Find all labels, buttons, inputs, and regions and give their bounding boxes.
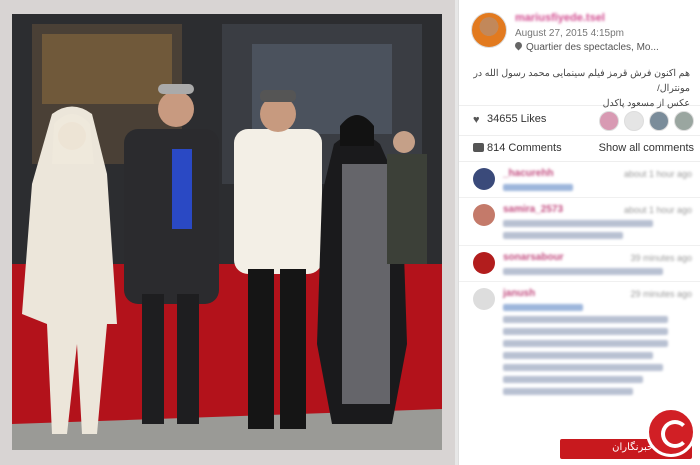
comment-text-line bbox=[503, 352, 653, 359]
commenter-avatar[interactable] bbox=[473, 168, 495, 190]
likes-count: 34655 Likes bbox=[487, 113, 547, 125]
show-all-comments-link[interactable]: Show all comments bbox=[599, 142, 694, 154]
comment-text-line bbox=[503, 304, 583, 311]
liker-avatars bbox=[599, 111, 694, 131]
comment-text-line bbox=[503, 316, 668, 323]
comment-time: about 1 hour ago bbox=[623, 205, 692, 215]
post-detail-panel: mariusfiyede.tsel August 27, 2015 4:15pm… bbox=[458, 0, 700, 465]
comment-text-line bbox=[503, 268, 663, 275]
comment-text-line bbox=[503, 340, 668, 347]
comment-text-line bbox=[503, 184, 573, 191]
likes-row: ♥ 34655 Likes bbox=[459, 106, 700, 136]
comment-item: janush 29 minutes ago bbox=[459, 282, 700, 401]
commenter-avatar[interactable] bbox=[473, 252, 495, 274]
post-photo[interactable] bbox=[12, 14, 442, 450]
comments-count: 814 Comments bbox=[487, 142, 562, 154]
comment-icon bbox=[473, 143, 484, 152]
post-date: August 27, 2015 4:15pm bbox=[515, 28, 624, 39]
comment-text-line bbox=[503, 328, 668, 335]
comment-time: 39 minutes ago bbox=[630, 253, 692, 263]
watermark-logo-icon bbox=[646, 407, 696, 457]
liker-avatar[interactable] bbox=[649, 111, 669, 131]
comment-text-line bbox=[503, 376, 643, 383]
author-avatar[interactable] bbox=[471, 12, 507, 48]
commenter-avatar[interactable] bbox=[473, 288, 495, 310]
commenter-avatar[interactable] bbox=[473, 204, 495, 226]
author-username[interactable]: mariusfiyede.tsel bbox=[515, 12, 692, 26]
liker-avatar[interactable] bbox=[624, 111, 644, 131]
comment-item: samira_2573 about 1 hour ago bbox=[459, 198, 700, 246]
comments-row: 814 Comments Show all comments bbox=[459, 136, 700, 162]
post-caption: هم اکنون فرش قرمز فیلم سینمایی محمد رسول… bbox=[459, 60, 700, 109]
location-label: Quartier des spectacles, Mo... bbox=[526, 42, 659, 53]
comment-time: about 1 hour ago bbox=[623, 169, 692, 179]
comment-item: sonarsabour 39 minutes ago bbox=[459, 246, 700, 282]
comment-text-line bbox=[503, 364, 663, 371]
post-header: mariusfiyede.tsel August 27, 2015 4:15pm… bbox=[459, 0, 700, 60]
liker-avatar[interactable] bbox=[599, 111, 619, 131]
red-carpet-photo bbox=[12, 14, 442, 450]
heart-icon[interactable]: ♥ bbox=[473, 115, 484, 126]
location-pin-icon bbox=[515, 42, 522, 51]
comment-time: 29 minutes ago bbox=[630, 289, 692, 299]
comment-text-line bbox=[503, 232, 623, 239]
post-location[interactable]: Quartier des spectacles, Mo... bbox=[515, 42, 692, 53]
caption-line-1: هم اکنون فرش قرمز فیلم سینمایی محمد رسول… bbox=[473, 68, 690, 94]
comment-text-line bbox=[503, 220, 653, 227]
comment-item: _hacurehh about 1 hour ago bbox=[459, 162, 700, 198]
liker-avatar[interactable] bbox=[674, 111, 694, 131]
comment-text-line bbox=[503, 388, 633, 395]
photo-frame bbox=[0, 0, 455, 465]
